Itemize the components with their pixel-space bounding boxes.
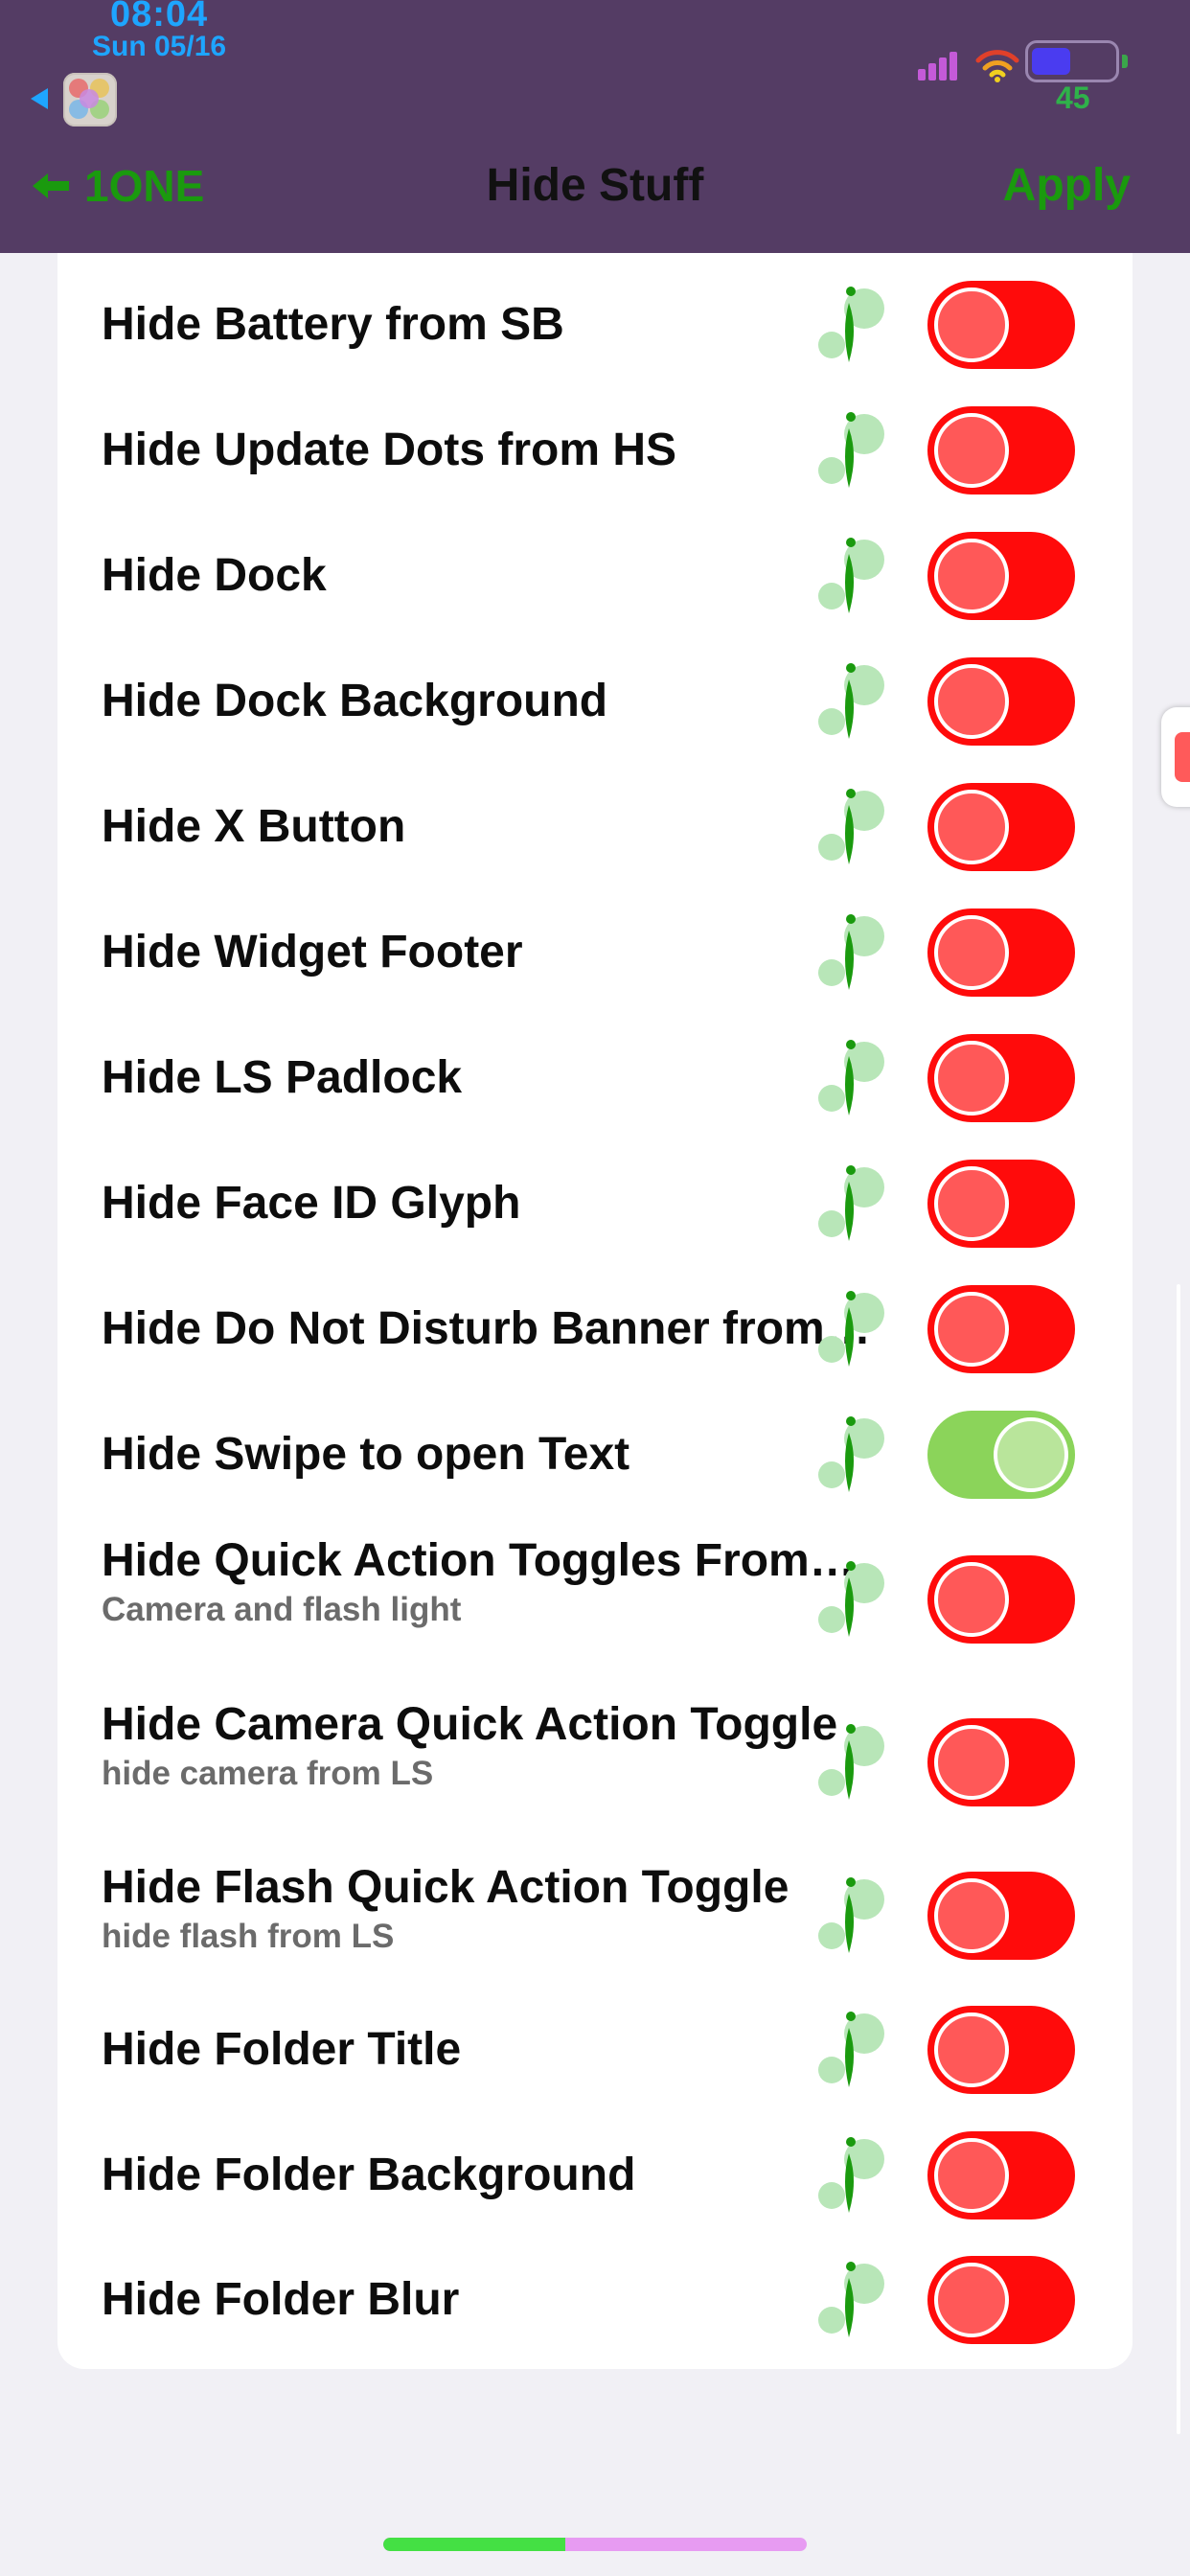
- settings-row: Hide Update Dots from HS: [57, 387, 1133, 513]
- info-icon[interactable]: [814, 909, 891, 996]
- toggle-knob: [934, 663, 1009, 739]
- previous-app-icon[interactable]: [63, 73, 117, 126]
- settings-row: Hide Folder Blur: [57, 2238, 1133, 2362]
- setting-subtitle: Camera and flash light: [102, 1591, 462, 1628]
- top-bar: 08:04 Sun 05/16 45 1ONE Hide Stuff Apply: [0, 0, 1190, 253]
- settings-row: Hide Dock Background: [57, 638, 1133, 764]
- info-icon[interactable]: [814, 2007, 891, 2093]
- toggle-knob: [934, 1291, 1009, 1367]
- settings-row: Hide Folder Background: [57, 2112, 1133, 2238]
- info-icon[interactable]: [814, 1161, 891, 1247]
- settings-row: Hide Folder Title: [57, 1988, 1133, 2112]
- toggle-switch[interactable]: [927, 1410, 1075, 1499]
- toggle-switch[interactable]: [927, 281, 1075, 369]
- battery-icon: [1025, 40, 1128, 82]
- toggle-switch[interactable]: [927, 405, 1075, 494]
- toggle-switch[interactable]: [927, 1159, 1075, 1248]
- settings-row: Hide Flash Quick Action Toggle hide flash…: [57, 1844, 1133, 1988]
- settings-row: Hide Battery from SB: [57, 263, 1133, 387]
- toggle-switch[interactable]: [927, 782, 1075, 871]
- toggle-switch[interactable]: [927, 2256, 1075, 2344]
- info-icon[interactable]: [814, 1035, 891, 1121]
- settings-row: Hide Quick Action Toggles From… Camera an…: [57, 1517, 1133, 1681]
- home-indicator[interactable]: [383, 2538, 807, 2551]
- side-panel-handle[interactable]: [1161, 707, 1190, 807]
- info-icon[interactable]: [814, 1873, 891, 1959]
- info-icon[interactable]: [814, 2257, 891, 2343]
- setting-subtitle: hide camera from LS: [102, 1755, 434, 1792]
- settings-row: Hide LS Padlock: [57, 1015, 1133, 1140]
- toggle-switch[interactable]: [927, 2130, 1075, 2220]
- home-indicator-progress: [383, 2538, 566, 2551]
- toggle-knob: [934, 914, 1009, 990]
- settings-row: Hide Dock: [57, 513, 1133, 638]
- info-icon[interactable]: [814, 282, 891, 368]
- info-icon[interactable]: [814, 784, 891, 870]
- toggle-switch[interactable]: [927, 908, 1075, 997]
- toggle-knob: [934, 1561, 1009, 1637]
- info-icon[interactable]: [814, 2132, 891, 2219]
- toggle-switch[interactable]: [927, 531, 1075, 620]
- toggle-knob: [994, 1416, 1068, 1492]
- settings-row: Hide Do Not Disturb Banner from…: [57, 1266, 1133, 1392]
- toggle-switch[interactable]: [927, 656, 1075, 746]
- toggle-knob: [934, 288, 1009, 362]
- toggle-knob: [934, 2012, 1009, 2087]
- toggle-switch[interactable]: [927, 1033, 1075, 1122]
- toggle-switch[interactable]: [927, 1718, 1075, 1806]
- toggle-knob: [934, 2137, 1009, 2213]
- apply-button[interactable]: Apply: [1003, 157, 1131, 215]
- info-icon[interactable]: [814, 658, 891, 745]
- scroll-indicator: [1177, 1284, 1180, 2434]
- settings-row: Hide X Button: [57, 764, 1133, 889]
- info-icon[interactable]: [814, 1286, 891, 1372]
- battery-percent: 45: [1056, 80, 1090, 115]
- toggle-knob: [934, 412, 1009, 488]
- toggle-switch[interactable]: [927, 1284, 1075, 1373]
- settings-row: Hide Camera Quick Action Toggle hide came…: [57, 1681, 1133, 1844]
- info-icon[interactable]: [814, 533, 891, 619]
- info-icon[interactable]: [814, 407, 891, 494]
- wifi-icon: [975, 50, 1019, 82]
- settings-list: Hide Battery from SB Hide Update Dots fr…: [57, 253, 1133, 2369]
- toggle-knob: [934, 1165, 1009, 1241]
- info-icon[interactable]: [814, 1556, 891, 1643]
- settings-row: Hide Face ID Glyph: [57, 1140, 1133, 1266]
- toggle-knob: [934, 1725, 1009, 1800]
- toggle-knob: [934, 1040, 1009, 1116]
- toggle-knob: [934, 538, 1009, 613]
- toggle-switch[interactable]: [927, 2006, 1075, 2094]
- cellular-signal-icon: [918, 48, 966, 80]
- back-to-app-icon[interactable]: [31, 88, 48, 109]
- toggle-switch[interactable]: [927, 1872, 1075, 1960]
- settings-row: Hide Swipe to open Text: [57, 1392, 1133, 1517]
- settings-row: Hide Widget Footer: [57, 889, 1133, 1015]
- toggle-knob: [934, 2263, 1009, 2337]
- info-icon[interactable]: [814, 1412, 891, 1498]
- info-icon[interactable]: [814, 1719, 891, 1806]
- toggle-knob: [934, 789, 1009, 864]
- toggle-knob: [934, 1878, 1009, 1953]
- status-date: Sun 05/16: [92, 31, 227, 62]
- toggle-switch[interactable]: [927, 1554, 1075, 1644]
- setting-subtitle: hide flash from LS: [102, 1918, 395, 1955]
